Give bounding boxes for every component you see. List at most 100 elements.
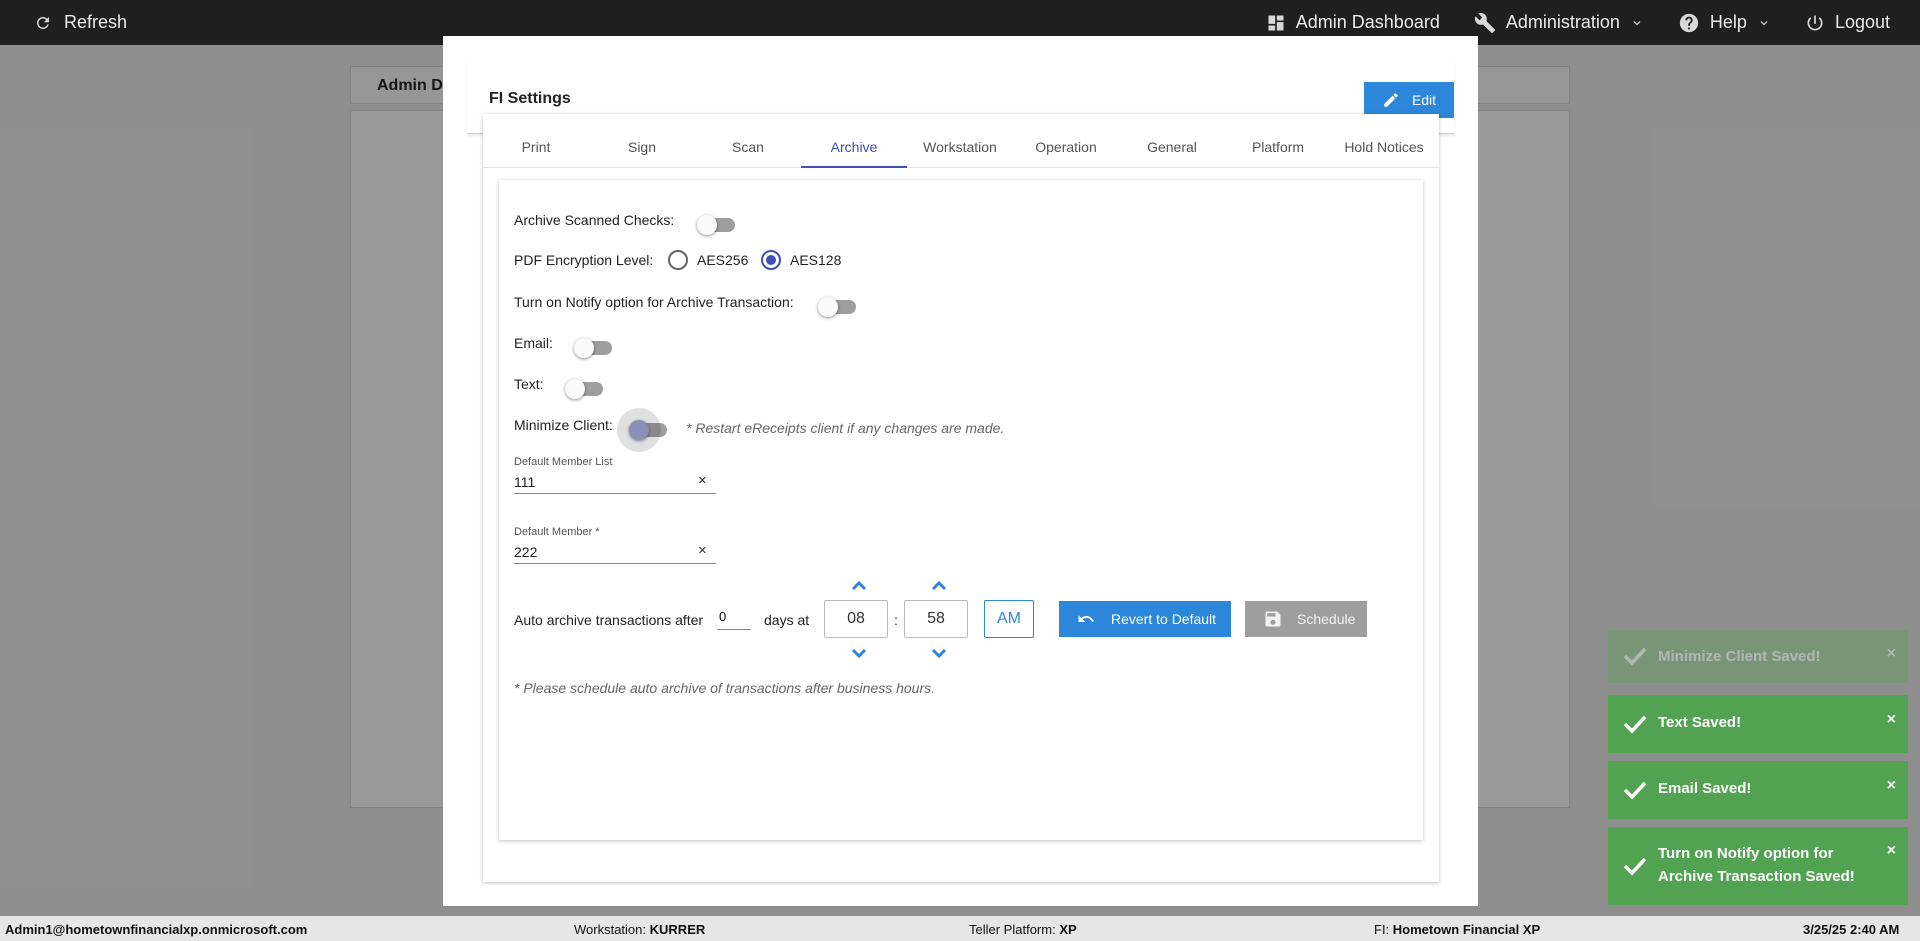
minute-down-button[interactable]	[929, 647, 949, 661]
toast-text-saved: Text Saved! ×	[1608, 695, 1908, 753]
chevron-up-icon	[851, 580, 867, 591]
logout-button[interactable]: Logout	[1805, 12, 1890, 33]
toast-line: Minimize Client Saved!	[1658, 648, 1821, 665]
tab-sign[interactable]: Sign	[589, 114, 695, 167]
minute-field[interactable]: 58	[904, 600, 968, 638]
clear-default-member-list-icon[interactable]: ×	[698, 472, 707, 489]
status-user: Admin1@hometownfinancialxp.onmicrosoft.c…	[5, 922, 307, 937]
help-icon	[1679, 13, 1699, 32]
status-teller-platform: Teller Platform: XP	[969, 922, 1077, 937]
toast-message: Turn on Notify option for Archive Transa…	[1658, 842, 1855, 888]
clear-default-member-icon[interactable]: ×	[698, 542, 707, 559]
chevron-down-icon	[851, 648, 867, 659]
days-at-label: days at	[764, 612, 810, 628]
schedule-button[interactable]: Schedule	[1245, 601, 1367, 637]
chevron-down-icon	[1633, 20, 1641, 25]
tab-general[interactable]: General	[1119, 114, 1225, 167]
status-user-value: Admin1@hometownfinancialxp.onmicrosoft.c…	[5, 922, 308, 937]
undo-icon	[1078, 615, 1094, 622]
am-pm-toggle[interactable]: AM	[984, 600, 1034, 638]
toast-line: Turn on Notify option for	[1658, 845, 1834, 862]
settings-tab-bar: Print Sign Scan Archive Workstation Oper…	[483, 114, 1439, 168]
status-teller-label: Teller Platform:	[969, 922, 1056, 937]
admin-dashboard-link[interactable]: Admin Dashboard	[1266, 12, 1440, 33]
default-member-label: Default Member *	[514, 526, 600, 538]
schedule-hint: * Please schedule auto archive of transa…	[514, 680, 936, 696]
chevron-down-icon	[931, 648, 947, 659]
time-separator: :	[894, 612, 898, 628]
toast-close-button[interactable]: ×	[1887, 645, 1896, 663]
toggle-knob	[574, 338, 594, 358]
chevron-up-icon	[931, 580, 947, 591]
hour-down-button[interactable]	[849, 647, 869, 661]
pencil-icon	[1384, 93, 1398, 107]
text-label: Text:	[514, 376, 544, 392]
tab-scan[interactable]: Scan	[695, 114, 801, 167]
revert-to-default-button[interactable]: Revert to Default	[1059, 601, 1231, 637]
hour-up-button[interactable]	[849, 578, 869, 592]
status-workstation-value: KURRER	[649, 922, 706, 937]
dashboard-icon	[1268, 15, 1284, 30]
fi-settings-dialog: FI Settings Edit Print Sign Scan Archive…	[443, 36, 1478, 906]
tab-workstation[interactable]: Workstation	[907, 114, 1013, 167]
schedule-label: Schedule	[1297, 611, 1356, 627]
toast-line: Email Saved!	[1658, 780, 1752, 797]
aes256-radio[interactable]	[668, 250, 688, 270]
default-member-input[interactable]	[514, 540, 716, 564]
administration-menu[interactable]: Administration	[1474, 12, 1644, 34]
toggle-knob	[565, 379, 585, 399]
default-member-list-input[interactable]	[514, 470, 716, 494]
tab-platform[interactable]: Platform	[1225, 114, 1331, 167]
tab-operation[interactable]: Operation	[1013, 114, 1119, 167]
pdf-encryption-label: PDF Encryption Level:	[514, 252, 654, 268]
status-datetime: 3/25/25 2:40 AM	[1803, 922, 1899, 937]
settings-tabs-card: Print Sign Scan Archive Workstation Oper…	[483, 114, 1439, 882]
tab-archive[interactable]: Archive	[801, 114, 907, 168]
administration-label: Administration	[1505, 12, 1620, 32]
status-workstation: Workstation: KURRER	[574, 922, 705, 937]
status-teller-value: XP	[1059, 922, 1077, 937]
logout-label: Logout	[1834, 12, 1890, 32]
tab-print[interactable]: Print	[483, 114, 589, 167]
toast-message: Email Saved!	[1658, 777, 1751, 800]
aes128-radio[interactable]	[761, 250, 781, 270]
tab-hold-notices[interactable]: Hold Notices	[1331, 114, 1437, 167]
minute-up-button[interactable]	[929, 578, 949, 592]
toast-close-button[interactable]: ×	[1887, 777, 1896, 795]
hour-field[interactable]: 08	[824, 600, 888, 638]
refresh-button[interactable]: Refresh	[34, 0, 127, 45]
text-toggle[interactable]	[565, 379, 603, 399]
toast-close-button[interactable]: ×	[1887, 842, 1896, 860]
help-menu[interactable]: Help	[1678, 12, 1771, 34]
status-datetime-value: 3/25/25 2:40 AM	[1803, 922, 1900, 937]
toast-notify-archive-saved: Turn on Notify option for Archive Transa…	[1608, 827, 1908, 905]
help-label: Help	[1709, 12, 1747, 32]
edit-button[interactable]: Edit	[1364, 82, 1454, 118]
notify-archive-toggle[interactable]	[818, 297, 856, 317]
toast-message: Minimize Client Saved!	[1658, 645, 1821, 668]
auto-archive-days-input[interactable]	[717, 604, 751, 630]
default-member-list-label: Default Member List	[514, 456, 613, 468]
status-fi-label: FI:	[1374, 922, 1390, 937]
check-icon	[1622, 855, 1648, 881]
toast-line: Archive Transaction Saved!	[1658, 868, 1855, 885]
chevron-down-icon	[1760, 20, 1768, 25]
aes256-label: AES256	[697, 252, 749, 268]
check-icon	[1622, 779, 1648, 805]
archive-scanned-checks-toggle[interactable]	[697, 215, 735, 235]
archive-settings-panel: Archive Scanned Checks: PDF Encryption L…	[499, 180, 1423, 840]
auto-archive-label: Auto archive transactions after	[514, 612, 704, 628]
toast-message: Text Saved!	[1658, 711, 1741, 734]
admin-dashboard-label: Admin Dashboard	[1295, 12, 1440, 32]
refresh-label: Refresh	[64, 12, 128, 32]
refresh-icon	[36, 16, 49, 29]
aes128-label: AES128	[790, 252, 842, 268]
status-workstation-label: Workstation:	[574, 922, 647, 937]
minimize-client-label: Minimize Client:	[514, 417, 613, 433]
email-toggle[interactable]	[574, 338, 612, 358]
notify-archive-label: Turn on Notify option for Archive Transa…	[514, 294, 794, 310]
toggle-knob	[629, 420, 649, 440]
toast-close-button[interactable]: ×	[1887, 711, 1896, 729]
wrench-icon	[1474, 12, 1495, 33]
minimize-client-toggle[interactable]	[617, 408, 667, 452]
